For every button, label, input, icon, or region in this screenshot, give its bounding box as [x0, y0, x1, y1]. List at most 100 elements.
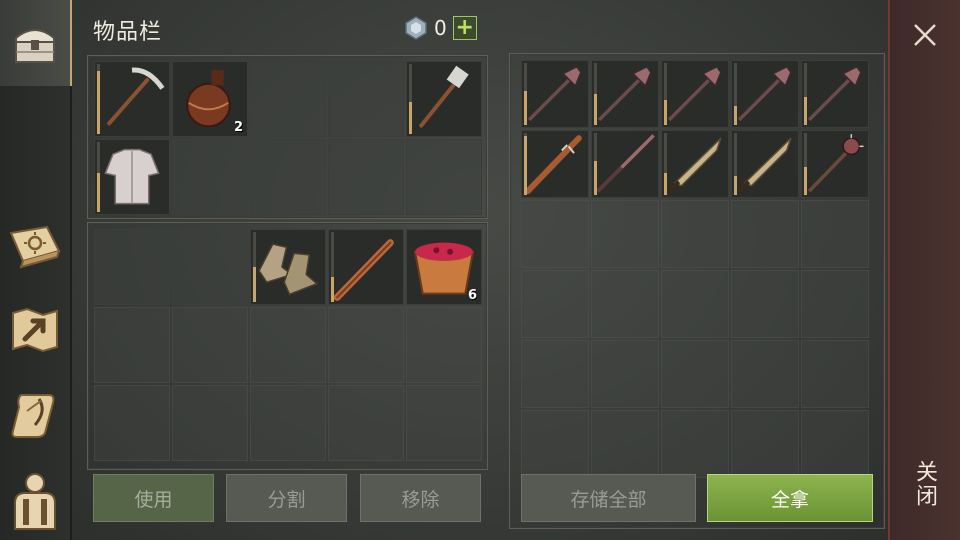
- empty-slot[interactable]: [172, 229, 248, 305]
- empty-slot[interactable]: [521, 340, 589, 408]
- empty-slot[interactable]: [521, 270, 589, 338]
- empty-slot[interactable]: [406, 385, 482, 461]
- take-all-button[interactable]: 全拿: [707, 474, 873, 522]
- spiked-mace-icon: [807, 134, 864, 193]
- close-strip[interactable]: [888, 0, 960, 540]
- empty-slot[interactable]: [731, 200, 799, 268]
- empty-slot[interactable]: [406, 307, 482, 383]
- item-slot[interactable]: [328, 229, 404, 305]
- sidebar: [0, 0, 73, 540]
- pickaxe-icon: [107, 67, 165, 126]
- item-slot[interactable]: [661, 130, 729, 198]
- item-slot[interactable]: [94, 61, 170, 137]
- item-slot[interactable]: [801, 60, 869, 128]
- shirt-icon: [104, 148, 160, 205]
- tab-character[interactable]: [0, 460, 70, 540]
- mace-icon: [527, 65, 582, 122]
- quest-scroll-icon: [11, 394, 55, 438]
- empty-slot[interactable]: [328, 139, 404, 215]
- spiked-club-icon: [524, 135, 582, 195]
- mace-icon: [807, 65, 862, 122]
- empty-slot[interactable]: [591, 410, 659, 478]
- item-quantity: 6: [467, 288, 477, 303]
- durability-bar: [804, 97, 807, 125]
- empty-slot[interactable]: [328, 61, 404, 137]
- durability-bar: [594, 161, 597, 195]
- empty-slot[interactable]: [172, 385, 248, 461]
- item-slot[interactable]: [801, 130, 869, 198]
- empty-slot[interactable]: [801, 270, 869, 338]
- empty-slot[interactable]: [661, 410, 729, 478]
- empty-slot[interactable]: [172, 139, 248, 215]
- durability-bar: [594, 94, 597, 125]
- item-slot[interactable]: [94, 139, 170, 215]
- empty-slot[interactable]: [94, 229, 170, 305]
- tab-quests[interactable]: [0, 376, 70, 452]
- spear-icon: [596, 134, 655, 193]
- item-slot[interactable]: [591, 60, 659, 128]
- close-label[interactable]: 关闭: [910, 460, 940, 508]
- empty-slot[interactable]: [591, 340, 659, 408]
- empty-slot[interactable]: [172, 307, 248, 383]
- empty-slot[interactable]: [94, 307, 170, 383]
- item-slot[interactable]: [406, 61, 482, 137]
- durability-bar: [97, 173, 100, 212]
- mace-icon: [737, 65, 792, 122]
- durability-bar: [97, 71, 100, 134]
- empty-slot[interactable]: [406, 139, 482, 215]
- item-slot[interactable]: [521, 130, 589, 198]
- hatchet-icon: [419, 65, 469, 128]
- tab-map[interactable]: [0, 292, 70, 368]
- close-icon[interactable]: [908, 18, 942, 52]
- item-slot[interactable]: [250, 229, 326, 305]
- empty-slot[interactable]: [94, 385, 170, 461]
- store-all-button[interactable]: 存储全部: [521, 474, 696, 522]
- item-slot[interactable]: [521, 60, 589, 128]
- empty-slot[interactable]: [801, 200, 869, 268]
- empty-slot[interactable]: [591, 270, 659, 338]
- storage-grid: [521, 60, 869, 478]
- empty-slot[interactable]: [731, 270, 799, 338]
- empty-slot[interactable]: [250, 139, 326, 215]
- empty-slot[interactable]: [521, 200, 589, 268]
- empty-slot[interactable]: [661, 340, 729, 408]
- empty-slot[interactable]: [591, 200, 659, 268]
- currency-display: 0 +: [404, 16, 477, 40]
- empty-slot[interactable]: [661, 270, 729, 338]
- add-currency-button[interactable]: +: [452, 16, 477, 40]
- empty-slot[interactable]: [801, 410, 869, 478]
- item-slot[interactable]: 2: [172, 61, 248, 137]
- item-slot[interactable]: [731, 60, 799, 128]
- item-slot[interactable]: [591, 130, 659, 198]
- inventory-title: 物品栏: [93, 20, 163, 45]
- empty-slot[interactable]: [731, 340, 799, 408]
- tab-crafting[interactable]: [0, 208, 70, 284]
- empty-slot[interactable]: [731, 410, 799, 478]
- machete-icon: [667, 137, 722, 193]
- empty-slot[interactable]: [661, 200, 729, 268]
- item-quantity: 2: [233, 120, 243, 135]
- club-icon: [333, 239, 394, 301]
- chest-icon: [15, 29, 55, 63]
- use-button[interactable]: 使用: [93, 474, 214, 522]
- empty-slot[interactable]: [328, 307, 404, 383]
- durability-bar: [664, 173, 667, 195]
- mace-icon: [597, 65, 652, 122]
- empty-slot[interactable]: [250, 307, 326, 383]
- empty-slot[interactable]: [250, 61, 326, 137]
- remove-button[interactable]: 移除: [360, 474, 481, 522]
- tab-inventory[interactable]: [0, 0, 73, 86]
- durability-bar: [804, 167, 807, 195]
- item-slot[interactable]: [661, 60, 729, 128]
- empty-slot[interactable]: [328, 385, 404, 461]
- item-slot[interactable]: [731, 130, 799, 198]
- durability-bar: [253, 267, 256, 302]
- empty-slot[interactable]: [801, 340, 869, 408]
- split-button[interactable]: 分割: [226, 474, 347, 522]
- map-icon: [12, 307, 58, 353]
- durability-bar: [734, 106, 737, 125]
- item-slot[interactable]: 6: [406, 229, 482, 305]
- character-icon: [14, 473, 56, 530]
- empty-slot[interactable]: [521, 410, 589, 478]
- empty-slot[interactable]: [250, 385, 326, 461]
